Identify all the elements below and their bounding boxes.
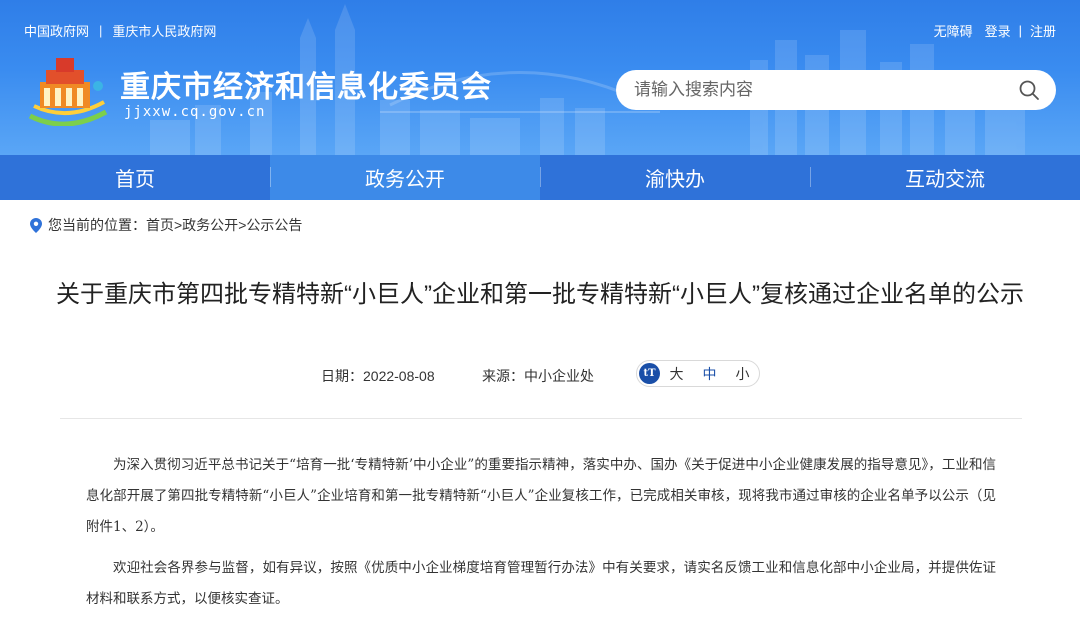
search-icon[interactable] xyxy=(1018,79,1040,101)
link-chongqing-gov[interactable]: 重庆市人民政府网 xyxy=(112,21,216,40)
font-size-small-button[interactable]: 小 xyxy=(726,364,759,384)
login-link[interactable]: 登录 xyxy=(985,21,1011,40)
location-pin-icon xyxy=(30,217,42,233)
nav-item-label: 首页 xyxy=(115,169,155,191)
nav-item-label: 互动交流 xyxy=(905,169,985,191)
nav-item-interaction[interactable]: 互动交流 xyxy=(810,155,1080,200)
nav-item-label: 渝快办 xyxy=(645,169,705,191)
article-date: 日期：2022-08-08 xyxy=(321,368,435,384)
nav-item-label: 政务公开 xyxy=(365,169,445,191)
article-meta: 日期：2022-08-08 来源：中小企业处 tT 大 中 小 xyxy=(0,360,1080,388)
breadcrumb-government-affairs[interactable]: >政务公开 xyxy=(174,215,238,235)
nav-item-yukuaiban[interactable]: 渝快办 xyxy=(540,155,810,200)
breadcrumb-prefix: 您当前的位置： xyxy=(48,217,146,233)
top-links-separator: | xyxy=(99,23,103,38)
link-china-gov[interactable]: 中国政府网 xyxy=(24,21,89,40)
top-links-left: 中国政府网 | 重庆市人民政府网 xyxy=(24,21,216,40)
site-logo-icon[interactable] xyxy=(26,56,110,126)
search-box xyxy=(616,70,1056,110)
breadcrumb-announcements[interactable]: >公示公告 xyxy=(238,215,302,235)
font-size-medium-button[interactable]: 中 xyxy=(693,364,726,384)
article-source: 来源：中小企业处 xyxy=(482,368,594,384)
site-title[interactable]: 重庆市经济和信息化委员会 xyxy=(120,62,492,106)
article-title: 关于重庆市第四批专精特新“小巨人”企业和第一批专精特新“小巨人”复核通过企业名单… xyxy=(56,281,1024,308)
nav-item-home[interactable]: 首页 xyxy=(0,155,270,200)
title-divider xyxy=(60,418,1022,419)
breadcrumb-home[interactable]: 首页 xyxy=(146,215,174,235)
main-nav: 首页 政务公开 渝快办 互动交流 xyxy=(0,155,1080,200)
article-paragraph: 欢迎社会各界参与监督，如有异议，按照《优质中小企业梯度培育管理暂行办法》中有关要… xyxy=(86,560,996,607)
article-paragraph: 为深入贯彻习近平总书记关于“培育一批‘专精特新’中小企业”的重要指示精神，落实中… xyxy=(86,457,996,535)
site-domain: jjxxw.cq.gov.cn xyxy=(124,104,266,120)
nav-item-government-affairs[interactable]: 政务公开 xyxy=(270,155,540,200)
site-header: 中国政府网 | 重庆市人民政府网 无障碍 登录 | 注册 重庆市经济和信息化委员… xyxy=(0,0,1080,155)
font-size-switcher: tT 大 中 小 xyxy=(636,360,760,387)
text-size-icon: tT xyxy=(639,363,660,384)
login-register-separator: | xyxy=(1018,23,1022,38)
search-input[interactable] xyxy=(634,80,1004,100)
top-links-right: 无障碍 登录 | 注册 xyxy=(934,21,1056,40)
breadcrumb: 您当前的位置： 首页 >政务公开 >公示公告 xyxy=(30,215,302,235)
register-link[interactable]: 注册 xyxy=(1030,21,1056,40)
accessibility-link[interactable]: 无障碍 xyxy=(934,21,973,40)
font-size-large-button[interactable]: 大 xyxy=(660,364,693,384)
article-body: 为深入贯彻习近平总书记关于“培育一批‘专精特新’中小企业”的重要指示精神，落实中… xyxy=(86,450,996,623)
